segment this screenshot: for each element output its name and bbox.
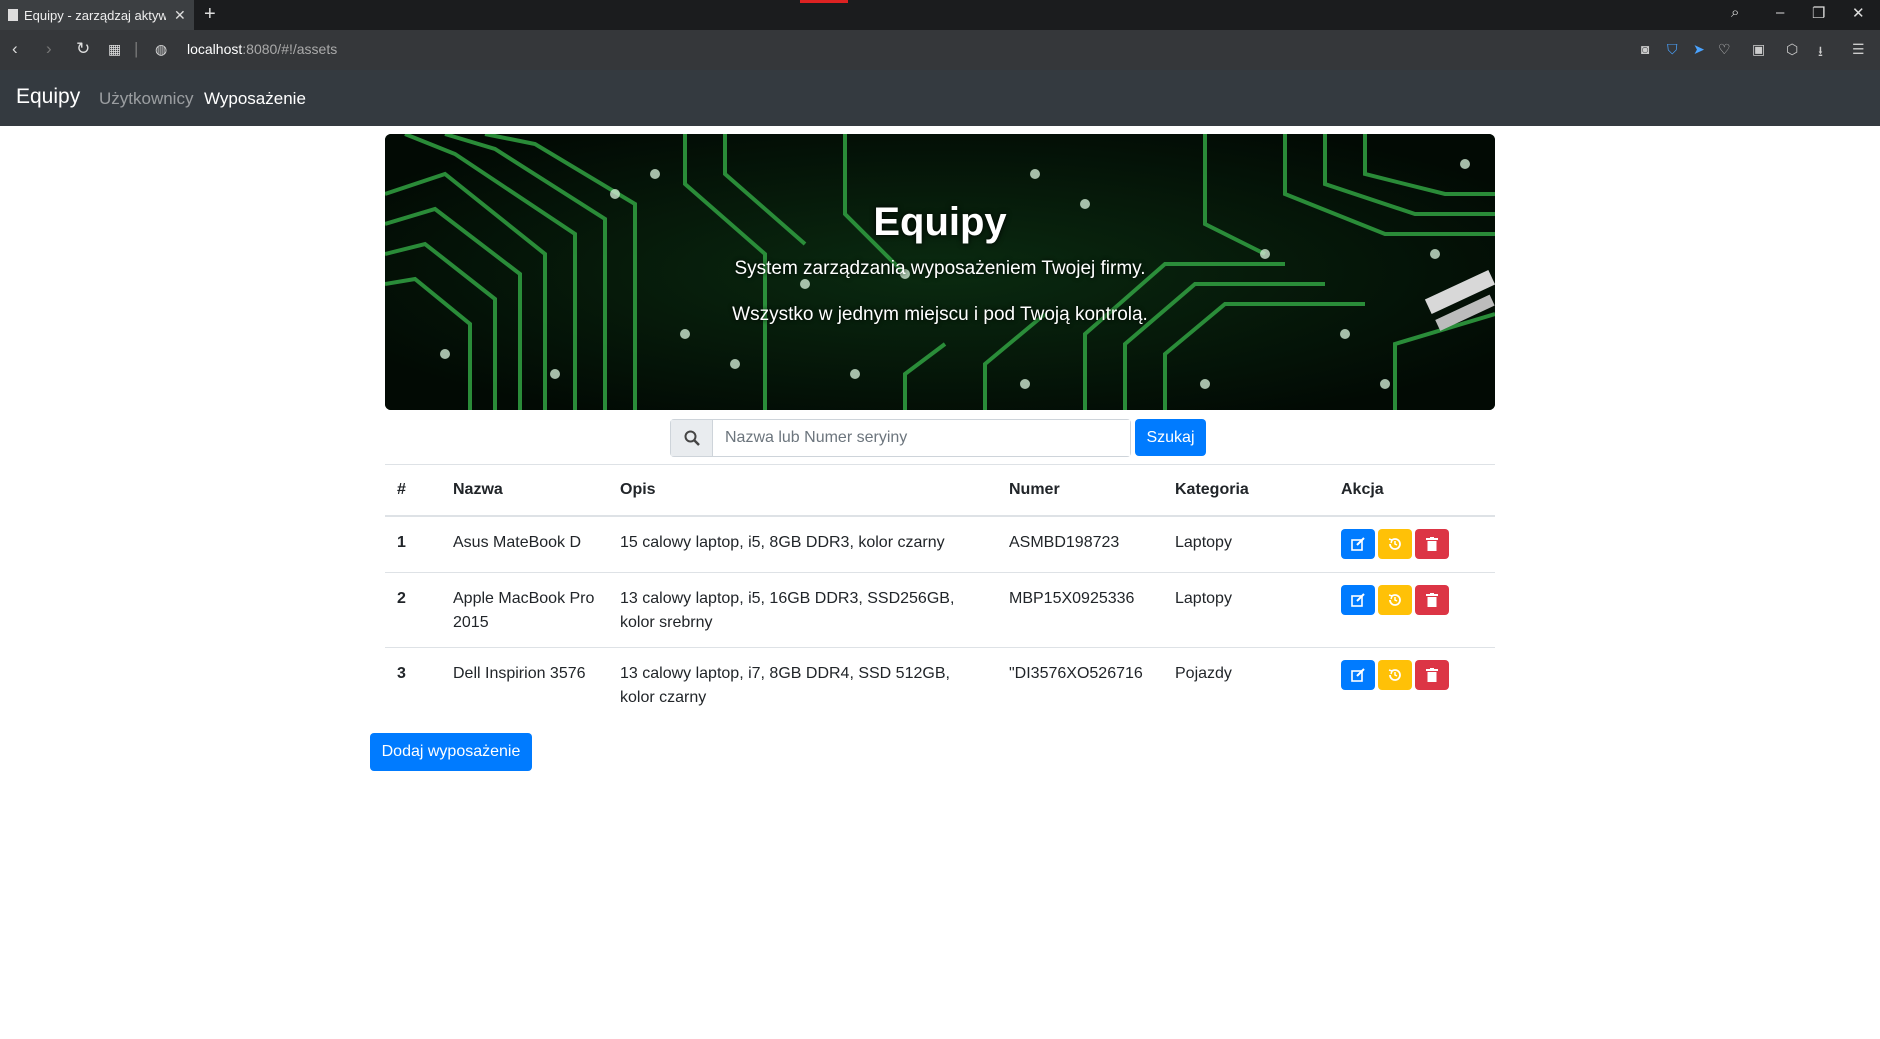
asset-name: Dell Inspirion 3576 bbox=[441, 646, 608, 722]
minimize-icon[interactable]: – bbox=[1776, 4, 1784, 21]
row-actions bbox=[1329, 571, 1495, 647]
browser-tab-bar: Equipy - zarządzaj aktywami ✕ + ⌕ – ❐ ✕ bbox=[0, 0, 1880, 30]
navbar-brand[interactable]: Equipy bbox=[16, 85, 80, 109]
history-button[interactable] bbox=[1378, 659, 1412, 690]
new-tab-icon[interactable]: + bbox=[204, 3, 216, 26]
add-equipment-button[interactable]: Dodaj wyposażenie bbox=[370, 733, 532, 771]
assets-table: # Nazwa Opis Numer Kategoria Akcja 1 Asu… bbox=[385, 464, 1495, 722]
tab-indicator bbox=[800, 0, 848, 3]
send-icon[interactable]: ➤ bbox=[1693, 41, 1705, 58]
search-group bbox=[670, 419, 1131, 457]
row-number: 2 bbox=[385, 571, 441, 647]
row-actions bbox=[1329, 646, 1495, 722]
divider: | bbox=[134, 39, 139, 58]
trash-icon bbox=[1426, 592, 1438, 607]
hero-tagline: Wszystko w jednym miejscu i pod Twoją ko… bbox=[732, 304, 1148, 325]
edit-button[interactable] bbox=[1341, 584, 1375, 615]
shield-icon[interactable]: ⛉ bbox=[1667, 41, 1678, 58]
camera-icon[interactable]: ◙ bbox=[1641, 41, 1649, 57]
reload-icon[interactable]: ↻ bbox=[76, 39, 90, 59]
edit-icon bbox=[1351, 592, 1365, 607]
header-serial: Numer bbox=[997, 464, 1163, 517]
hero-banner: Equipy System zarządzania wyposażeniem T… bbox=[385, 134, 1495, 410]
search-icon[interactable]: ⌕ bbox=[1731, 4, 1739, 21]
edit-button[interactable] bbox=[1341, 659, 1375, 690]
trash-icon bbox=[1426, 537, 1438, 551]
delete-button[interactable] bbox=[1415, 529, 1449, 559]
heart-icon[interactable]: ♡ bbox=[1718, 41, 1731, 58]
asset-name: Asus MateBook D bbox=[441, 515, 608, 572]
header-name: Nazwa bbox=[441, 464, 608, 517]
asset-serial: MBP15X0925336 bbox=[997, 571, 1163, 647]
search-input[interactable] bbox=[713, 420, 1130, 456]
nav-link-equipment[interactable]: Wyposażenie bbox=[204, 89, 306, 109]
edit-button[interactable] bbox=[1341, 529, 1375, 559]
header-category: Kategoria bbox=[1163, 464, 1329, 517]
table-row: 2 Apple MacBook Pro 2015 13 calowy lapto… bbox=[385, 571, 1495, 647]
hero-title: Equipy bbox=[873, 200, 1007, 244]
cube-icon[interactable]: ⬡ bbox=[1786, 41, 1798, 58]
hero-subtitle: System zarządzania wyposażeniem Twojej f… bbox=[734, 258, 1146, 279]
search-button[interactable]: Szukaj bbox=[1135, 419, 1206, 456]
header-number: # bbox=[385, 464, 441, 517]
edit-icon bbox=[1351, 667, 1365, 682]
asset-description: 15 calowy laptop, i5, 8GB DDR3, kolor cz… bbox=[608, 515, 997, 572]
delete-button[interactable] bbox=[1415, 659, 1449, 690]
asset-category: Laptopy bbox=[1163, 515, 1329, 572]
asset-name: Apple MacBook Pro 2015 bbox=[441, 571, 608, 647]
table-row: 1 Asus MateBook D 15 calowy laptop, i5, … bbox=[385, 515, 1495, 572]
nav-link-users[interactable]: Użytkownicy bbox=[99, 89, 193, 109]
close-tab-icon[interactable]: ✕ bbox=[174, 7, 186, 24]
row-actions bbox=[1329, 515, 1495, 572]
page-icon bbox=[8, 9, 18, 21]
header-action: Akcja bbox=[1329, 464, 1495, 517]
close-window-icon[interactable]: ✕ bbox=[1852, 4, 1865, 22]
table-row: 3 Dell Inspirion 3576 13 calowy laptop, … bbox=[385, 646, 1495, 722]
menu-icon[interactable]: ☰ bbox=[1852, 41, 1865, 58]
browser-tab[interactable]: Equipy - zarządzaj aktywami ✕ bbox=[0, 0, 194, 30]
globe-icon: ◍ bbox=[155, 41, 168, 57]
asset-description: 13 calowy laptop, i5, 16GB DDR3, SSD256G… bbox=[608, 571, 997, 647]
wallet-icon[interactable]: ▣ bbox=[1752, 41, 1765, 58]
edit-icon bbox=[1351, 537, 1365, 551]
tab-title: Equipy - zarządzaj aktywami bbox=[24, 7, 166, 23]
row-number: 1 bbox=[385, 515, 441, 572]
history-icon bbox=[1388, 668, 1401, 681]
forward-icon[interactable]: › bbox=[46, 39, 52, 59]
app-navbar: Equipy Użytkownicy Wyposażenie bbox=[0, 70, 1880, 126]
tabs-grid-icon[interactable]: ▦ bbox=[108, 41, 121, 58]
back-icon[interactable]: ‹ bbox=[12, 39, 18, 59]
table-header-row: # Nazwa Opis Numer Kategoria Akcja bbox=[385, 464, 1495, 517]
asset-serial: "DI3576XO526716 bbox=[997, 646, 1163, 722]
history-icon bbox=[1388, 593, 1401, 606]
search-icon bbox=[671, 420, 713, 456]
url-field[interactable]: localhost:8080/#!/assets bbox=[187, 41, 337, 57]
asset-category: Pojazdy bbox=[1163, 646, 1329, 722]
address-bar: ‹ › ↻ ▦ | ◍ localhost:8080/#!/assets ◙ ⛉… bbox=[0, 30, 1880, 70]
asset-description: 13 calowy laptop, i7, 8GB DDR4, SSD 512G… bbox=[608, 646, 997, 722]
asset-category: Laptopy bbox=[1163, 571, 1329, 647]
trash-icon bbox=[1426, 667, 1438, 682]
history-button[interactable] bbox=[1378, 529, 1412, 559]
asset-serial: ASMBD198723 bbox=[997, 515, 1163, 572]
delete-button[interactable] bbox=[1415, 584, 1449, 615]
download-icon[interactable]: ⭳ bbox=[1818, 41, 1823, 65]
history-icon bbox=[1388, 538, 1401, 550]
header-description: Opis bbox=[608, 464, 997, 517]
row-number: 3 bbox=[385, 646, 441, 722]
restore-icon[interactable]: ❐ bbox=[1812, 4, 1825, 22]
history-button[interactable] bbox=[1378, 584, 1412, 615]
